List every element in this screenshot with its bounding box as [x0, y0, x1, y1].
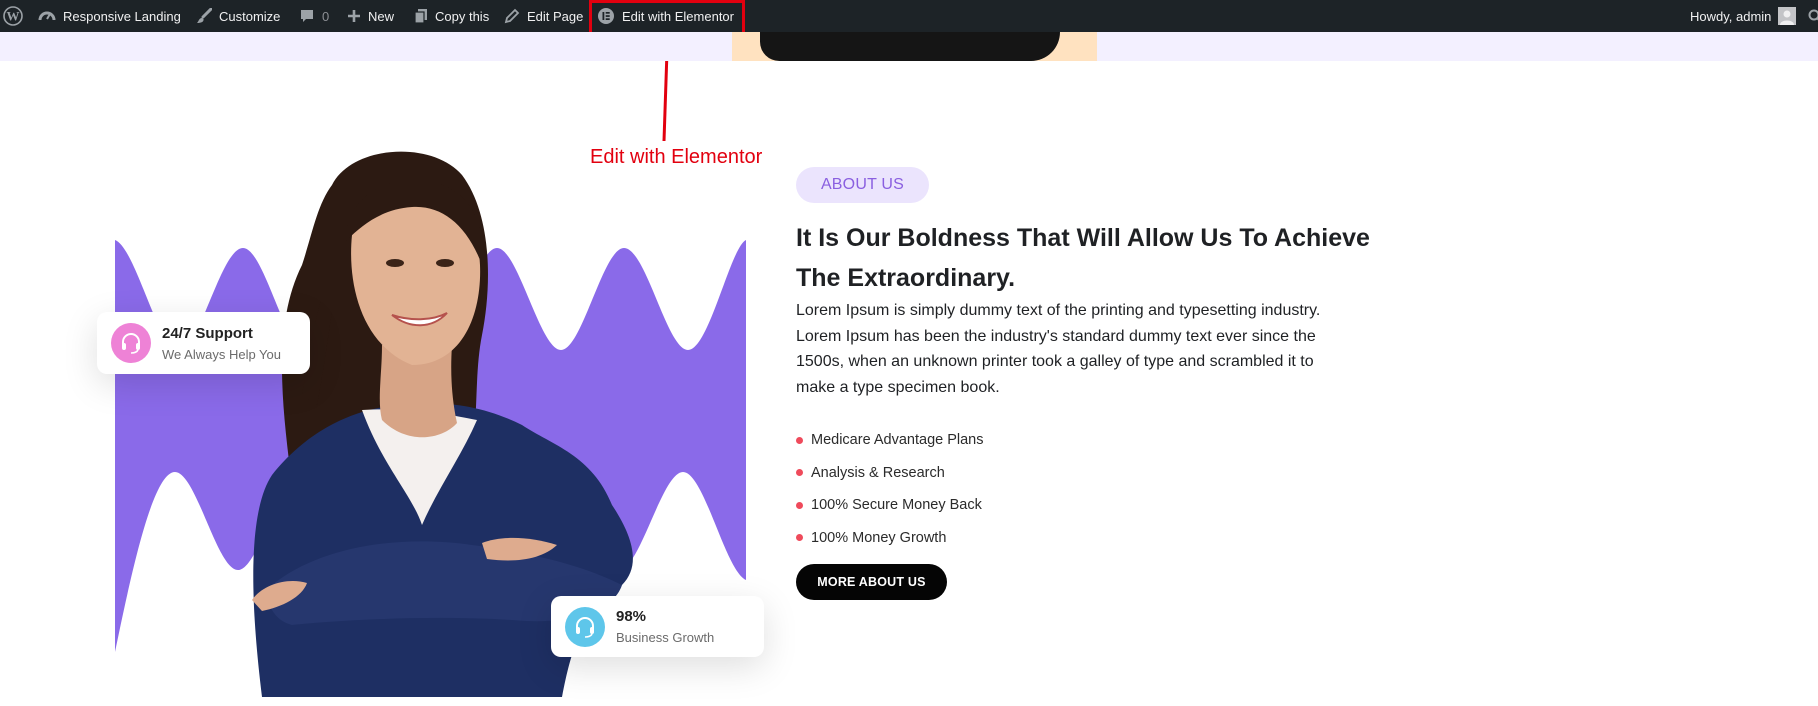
- growth-card: 98% Business Growth: [551, 596, 764, 657]
- support-card-title: 24/7 Support: [162, 324, 253, 342]
- list-item: 100% Money Growth: [796, 522, 984, 555]
- brush-icon: [197, 8, 212, 23]
- edit-page-link[interactable]: Edit Page: [504, 0, 583, 32]
- search-icon[interactable]: [1808, 0, 1818, 32]
- edit-page-label: Edit Page: [527, 8, 584, 24]
- site-name-label: Responsive Landing: [63, 8, 181, 24]
- new-content-menu[interactable]: New: [347, 0, 394, 32]
- copy-icon: [414, 9, 427, 24]
- customize-link[interactable]: Customize: [196, 0, 280, 32]
- feature-label: Analysis & Research: [811, 464, 945, 481]
- list-item: Medicare Advantage Plans: [796, 424, 984, 457]
- about-paragraph: Lorem Ipsum is simply dummy text of the …: [796, 302, 1321, 396]
- more-about-us-button[interactable]: MORE ABOUT US: [796, 564, 947, 600]
- feature-label: 100% Money Growth: [811, 529, 947, 546]
- growth-card-subtitle: Business Growth: [616, 630, 715, 645]
- comments-count: 0: [322, 8, 330, 24]
- copy-this-label: Copy this: [435, 8, 490, 24]
- headset-icon: [111, 323, 151, 363]
- wp-admin-bar: W Responsive Landing Customize 0 New Cop…: [0, 0, 1818, 32]
- comment-icon: [301, 10, 313, 22]
- dashboard-icon: [38, 11, 56, 21]
- howdy-label: Howdy, admin: [1690, 8, 1772, 24]
- my-account-menu[interactable]: Howdy, admin: [1690, 0, 1797, 32]
- bullet-icon: [796, 436, 803, 444]
- headset-icon: [565, 606, 605, 647]
- feature-list: Medicare Advantage Plans Analysis & Rese…: [796, 424, 984, 554]
- site-name-menu[interactable]: Responsive Landing: [38, 0, 181, 32]
- new-label: New: [368, 8, 395, 24]
- bullet-icon: [796, 534, 803, 542]
- section-heading: It Is Our Boldness That Will Allow Us To…: [796, 224, 1370, 292]
- bullet-icon: [796, 469, 803, 477]
- growth-card-title: 98%: [616, 608, 647, 625]
- support-card: 24/7 Support We Always Help You: [97, 312, 310, 374]
- list-item: Analysis & Research: [796, 457, 984, 490]
- feature-label: 100% Secure Money Back: [811, 497, 982, 514]
- list-item: 100% Secure Money Back: [796, 489, 984, 522]
- wordpress-logo-icon[interactable]: W: [3, 0, 23, 32]
- comments-link[interactable]: 0: [299, 0, 329, 32]
- previous-section-image: [732, 32, 1097, 61]
- plus-icon: [348, 10, 360, 22]
- highlight-box: [589, 0, 745, 35]
- customize-label: Customize: [219, 8, 281, 24]
- pencil-icon: [504, 8, 520, 24]
- avatar-icon: [1778, 7, 1797, 25]
- about-us-badge: ABOUT US: [796, 167, 929, 203]
- copy-this-link[interactable]: Copy this: [414, 0, 489, 32]
- svg-text:W: W: [7, 9, 20, 24]
- feature-label: Medicare Advantage Plans: [811, 432, 984, 449]
- support-card-subtitle: We Always Help You: [162, 346, 281, 362]
- bullet-icon: [796, 501, 803, 509]
